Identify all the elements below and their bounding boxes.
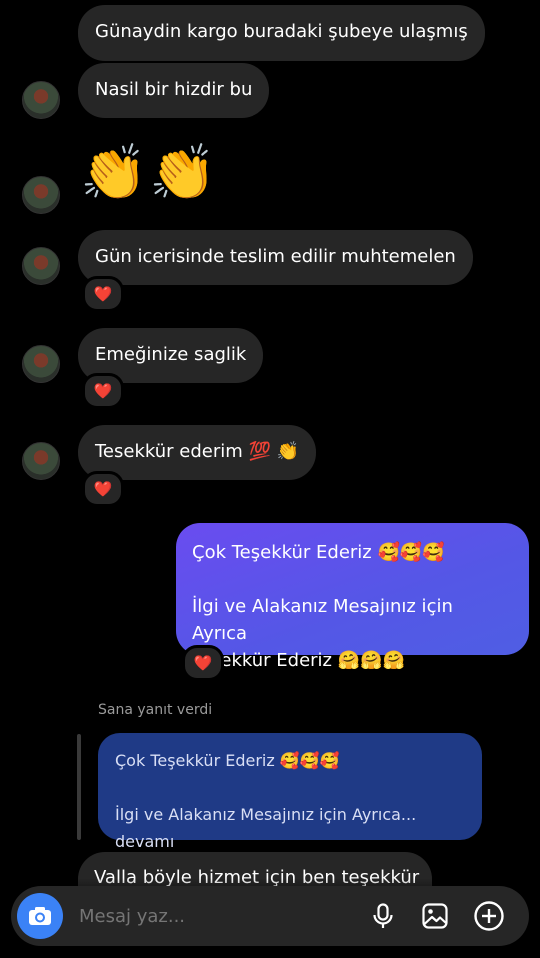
message-text: Emeğinize saglik: [95, 344, 247, 365]
add-icon[interactable]: [473, 900, 505, 932]
sent-message-line: Teşekkür Ederiz 🤗🤗🤗: [192, 650, 405, 671]
message-text: Nasil bir hizdir bu: [95, 79, 253, 100]
sent-message-bubble[interactable]: Çok Teşekkür Ederiz 🥰🥰🥰 İlgi ve Alakanız…: [176, 523, 529, 671]
heart-reaction[interactable]: ❤️: [82, 276, 124, 312]
heart-reaction[interactable]: ❤️: [82, 471, 124, 507]
camera-icon: [29, 907, 51, 925]
message-composer: [11, 886, 529, 948]
quoted-message[interactable]: Çok Teşekkür Ederiz 🥰🥰🥰 İlgi ve Alakanız…: [98, 733, 482, 851]
quoted-line: Çok Teşekkür Ederiz 🥰🥰🥰: [115, 751, 340, 770]
reply-label: Sana yanıt verdi: [98, 702, 213, 718]
sent-message-line: Çok Teşekkür Ederiz 🥰🥰🥰: [192, 542, 445, 563]
message-bubble[interactable]: Gün icerisinde teslim edilir muhtemelen: [78, 230, 473, 285]
camera-button[interactable]: [17, 893, 63, 939]
message-input[interactable]: [77, 886, 331, 948]
microphone-icon[interactable]: [369, 902, 397, 930]
avatar[interactable]: [22, 247, 60, 285]
heart-icon: ❤️: [93, 479, 113, 498]
avatar[interactable]: [22, 345, 60, 383]
heart-icon: ❤️: [93, 381, 113, 400]
message-text: Tesekkür ederim 💯 👏: [95, 441, 300, 462]
avatar[interactable]: [22, 442, 60, 480]
gallery-icon[interactable]: [421, 902, 449, 930]
clapping-emoji-message[interactable]: 👏👏: [80, 140, 218, 206]
avatar[interactable]: [22, 176, 60, 214]
heart-reaction[interactable]: ❤️: [82, 373, 124, 409]
message-text: Gün icerisinde teslim edilir muhtemelen: [95, 246, 456, 267]
avatar[interactable]: [22, 81, 60, 119]
message-text: Günaydin kargo buradaki şubeye ulaşmış: [95, 21, 468, 42]
message-bubble[interactable]: Nasil bir hizdir bu: [78, 63, 270, 118]
quoted-line: İlgi ve Alakanız Mesajınız için Ayrıca..…: [115, 805, 417, 851]
heart-reaction[interactable]: ❤️: [182, 645, 224, 681]
heart-icon: ❤️: [193, 653, 213, 672]
reply-indicator-bar: [77, 734, 81, 840]
sent-message-line: İlgi ve Alakanız Mesajınız için Ayrıca: [192, 596, 453, 644]
heart-icon: ❤️: [93, 284, 113, 303]
message-bubble[interactable]: Günaydin kargo buradaki şubeye ulaşmış: [78, 5, 485, 61]
